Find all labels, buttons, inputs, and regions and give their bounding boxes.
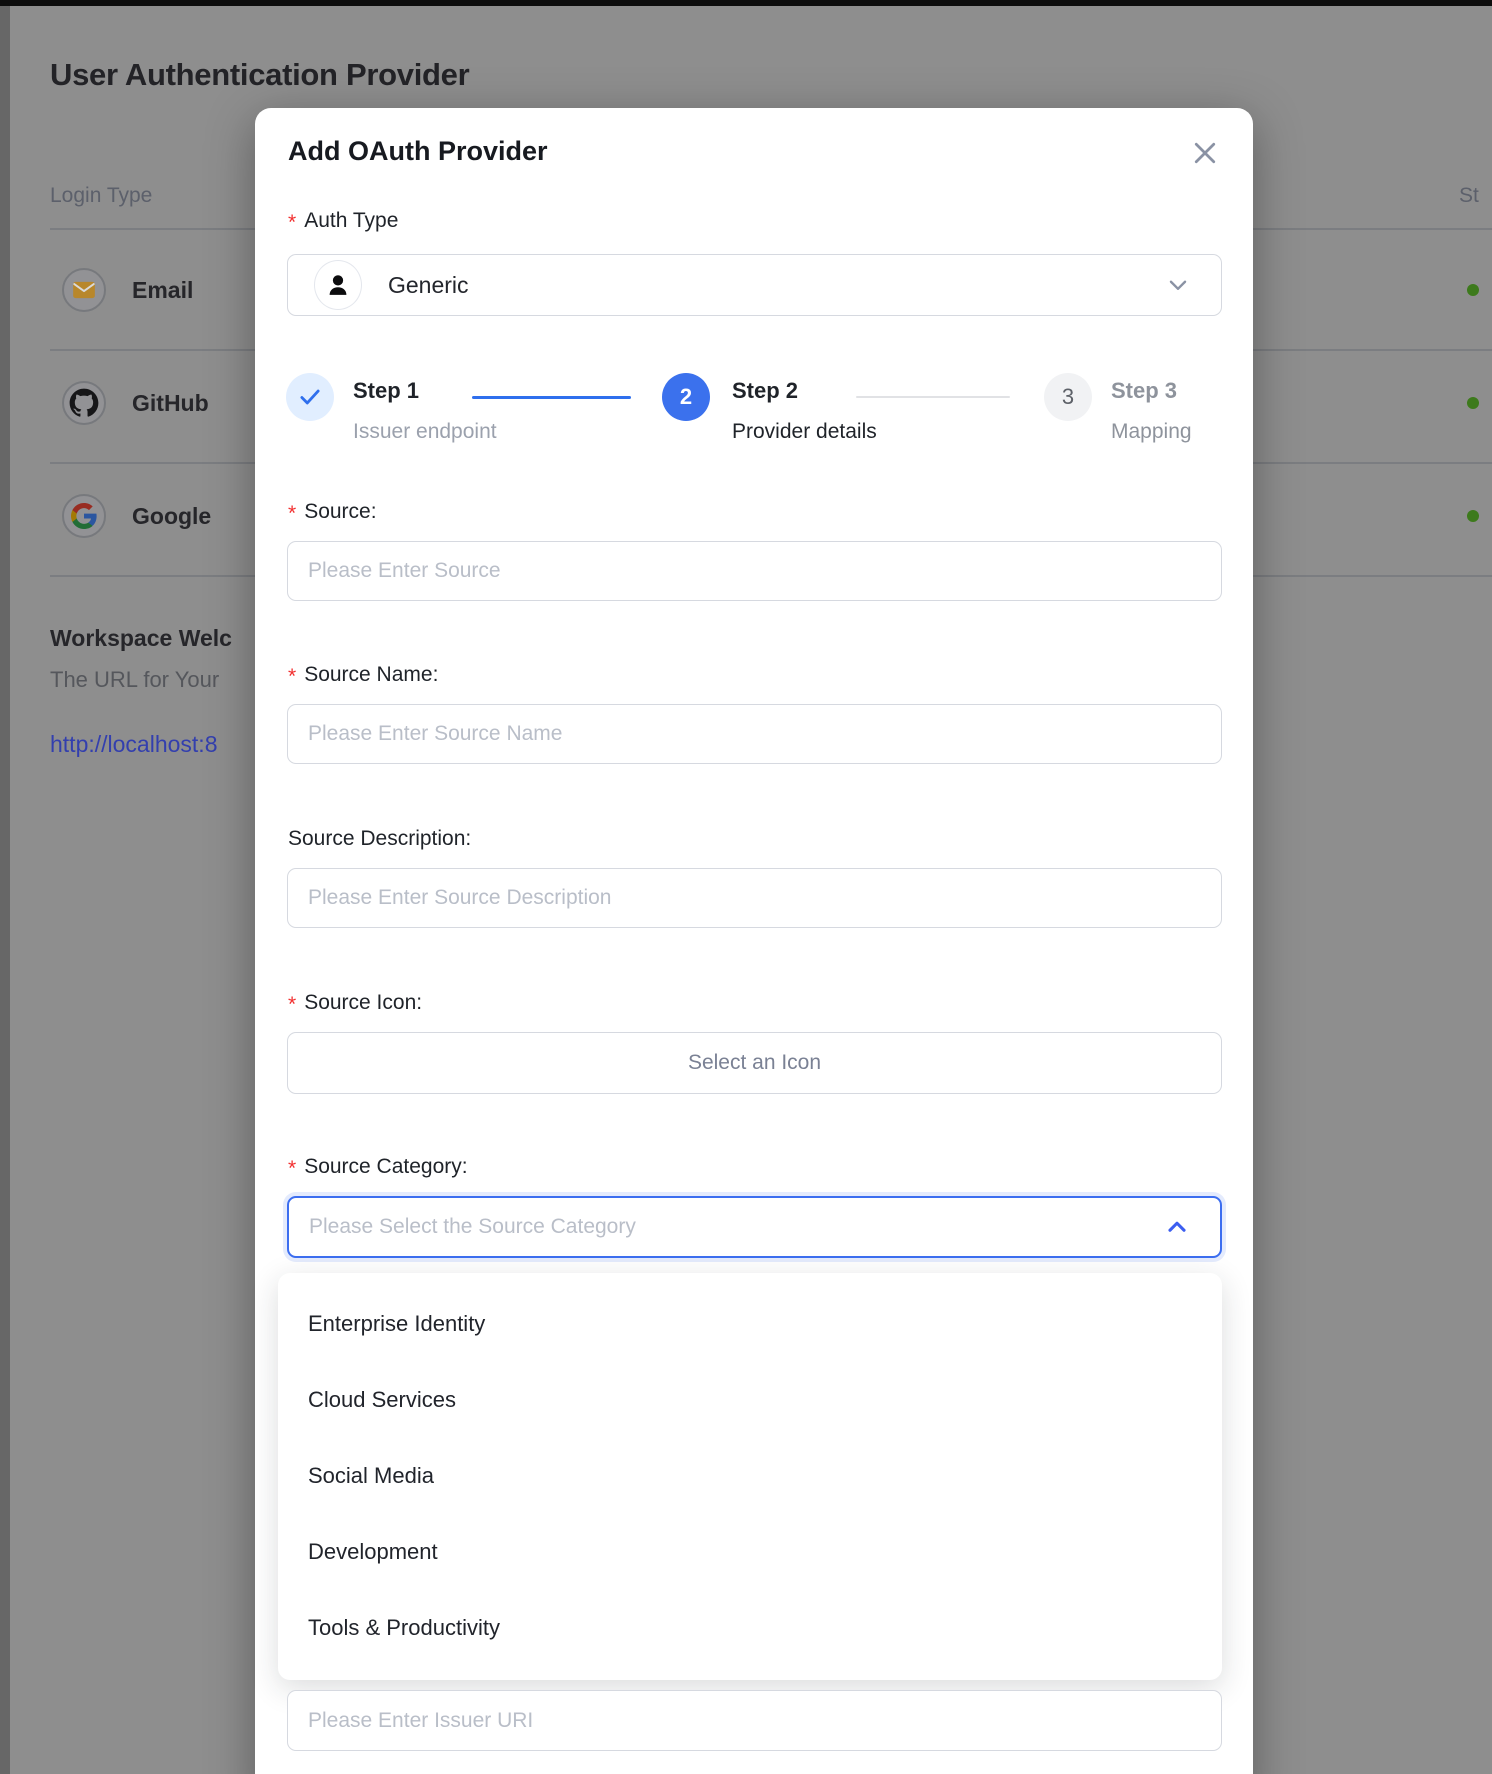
source-category-label: Source Category: xyxy=(304,1155,467,1179)
status-dot xyxy=(1467,284,1479,296)
step3-indicator-pending: 3 xyxy=(1044,373,1092,421)
dropdown-option-enterprise-identity[interactable]: Enterprise Identity xyxy=(278,1286,1222,1362)
step3-title: Step 3 xyxy=(1111,378,1177,404)
auth-type-label: Auth Type xyxy=(304,209,398,233)
status-dot xyxy=(1467,397,1479,409)
auth-type-value: Generic xyxy=(388,272,469,299)
dropdown-option-social-media[interactable]: Social Media xyxy=(278,1438,1222,1514)
modal-title: Add OAuth Provider xyxy=(288,136,548,167)
step1-title: Step 1 xyxy=(353,378,419,404)
auth-type-select[interactable]: Generic xyxy=(287,254,1222,316)
table-row: Email xyxy=(62,266,193,314)
required-marker: * xyxy=(288,993,296,1017)
source-category-label-row: * Source Category: xyxy=(288,1155,468,1179)
step2-indicator-active: 2 xyxy=(662,373,710,421)
step3-subtitle: Mapping xyxy=(1111,420,1192,444)
source-icon-label-row: * Source Icon: xyxy=(288,991,422,1015)
email-icon xyxy=(62,268,106,312)
table-row: Google xyxy=(62,492,211,540)
required-marker: * xyxy=(288,1157,296,1181)
close-button[interactable] xyxy=(1182,130,1228,176)
step3-number: 3 xyxy=(1062,384,1074,410)
chevron-up-icon xyxy=(1164,1214,1190,1240)
step-connector-active xyxy=(472,396,631,399)
chevron-down-icon xyxy=(1165,272,1191,298)
required-marker: * xyxy=(288,211,296,235)
workspace-heading: Workspace Welc xyxy=(50,625,232,652)
source-category-placeholder: Please Select the Source Category xyxy=(309,1215,636,1239)
dropdown-option-development[interactable]: Development xyxy=(278,1514,1222,1590)
source-description-label-row: Source Description: xyxy=(288,827,471,851)
step2-title: Step 2 xyxy=(732,378,798,404)
table-row: GitHub xyxy=(62,379,209,427)
add-oauth-provider-modal: Add OAuth Provider * Auth Type Generic xyxy=(255,108,1253,1774)
step2-subtitle: Provider details xyxy=(732,420,877,444)
source-category-select[interactable]: Please Select the Source Category xyxy=(287,1196,1222,1258)
source-input[interactable] xyxy=(287,541,1222,601)
page-title: User Authentication Provider xyxy=(50,57,469,93)
step1-indicator-done xyxy=(286,373,334,421)
column-header-status: St xyxy=(1459,184,1479,208)
workspace-url-link[interactable]: http://localhost:8 xyxy=(50,731,218,758)
table-row-label: GitHub xyxy=(132,390,209,417)
close-icon xyxy=(1190,138,1220,168)
status-dot xyxy=(1467,510,1479,522)
source-name-input[interactable] xyxy=(287,704,1222,764)
auth-type-label-row: * Auth Type xyxy=(288,209,398,233)
screen: User Authentication Provider Login Type … xyxy=(0,0,1492,1774)
table-row-label: Google xyxy=(132,503,211,530)
source-name-label-row: * Source Name: xyxy=(288,663,438,687)
workspace-description: The URL for Your xyxy=(50,667,219,693)
check-icon xyxy=(297,384,323,410)
browser-edge-strip xyxy=(0,0,1492,6)
github-icon xyxy=(62,381,106,425)
issuer-uri-input[interactable] xyxy=(287,1690,1222,1751)
source-description-input[interactable] xyxy=(287,868,1222,928)
google-icon xyxy=(62,494,106,538)
select-icon-button[interactable]: Select an Icon xyxy=(287,1032,1222,1094)
table-row-label: Email xyxy=(132,277,193,304)
column-header-login-type: Login Type xyxy=(50,184,152,208)
source-category-dropdown: Enterprise Identity Cloud Services Socia… xyxy=(278,1273,1222,1680)
source-name-label: Source Name: xyxy=(304,663,438,687)
step2-number: 2 xyxy=(680,384,692,410)
source-label: Source: xyxy=(304,500,376,524)
required-marker: * xyxy=(288,665,296,689)
required-marker: * xyxy=(288,502,296,526)
dropdown-option-cloud-services[interactable]: Cloud Services xyxy=(278,1362,1222,1438)
user-avatar-icon xyxy=(314,260,362,310)
source-description-label: Source Description: xyxy=(288,827,471,851)
step-connector xyxy=(856,396,1010,398)
dropdown-option-tools-productivity[interactable]: Tools & Productivity xyxy=(278,1590,1222,1666)
step1-subtitle: Issuer endpoint xyxy=(353,420,497,444)
page-edge-strip xyxy=(0,6,10,1774)
source-icon-label: Source Icon: xyxy=(304,991,422,1015)
source-label-row: * Source: xyxy=(288,500,377,524)
